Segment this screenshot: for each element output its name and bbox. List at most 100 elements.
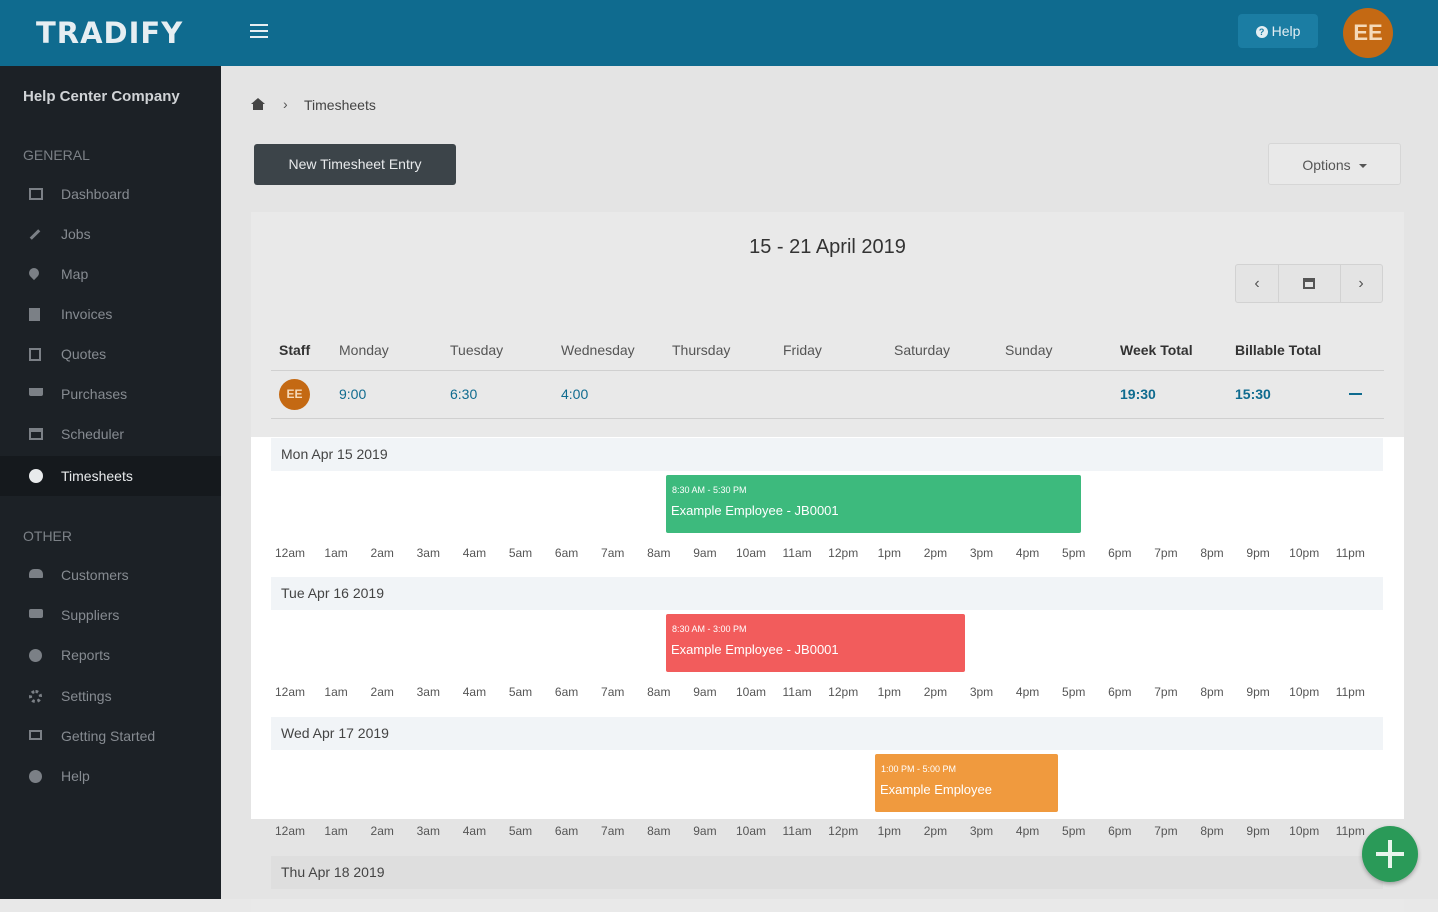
hour-label: 12pm <box>828 824 859 838</box>
hour-label: 7am <box>601 824 625 838</box>
hour-label: 9am <box>693 546 717 560</box>
sidebar-item-reports[interactable]: Reports <box>0 635 221 675</box>
wednesday-hours-link[interactable]: 4:00 <box>561 386 588 402</box>
hour-label: 4pm <box>1015 824 1040 838</box>
hour-label: 5pm <box>1062 546 1086 560</box>
header-friday: Friday <box>783 342 822 358</box>
sidebar-item-scheduler[interactable]: Scheduler <box>0 414 221 454</box>
timesheet-event[interactable]: 1:00 PM - 5:00 PM Example Employee <box>875 754 1058 812</box>
timesheet-table-header: Staff Monday Tuesday Wednesday Thursday … <box>271 330 1384 371</box>
options-label: Options <box>1302 157 1351 173</box>
header-tuesday: Tuesday <box>450 342 504 358</box>
hour-label: 3pm <box>969 546 994 560</box>
sidebar-item-label: Getting Started <box>61 728 156 744</box>
sidebar-item-invoices[interactable]: Invoices <box>0 294 221 334</box>
calculator-icon <box>29 348 41 361</box>
hour-label: 5am <box>508 685 533 699</box>
hamburger-menu-icon[interactable] <box>250 24 268 40</box>
event-time: 8:30 AM - 5:30 PM <box>672 485 747 495</box>
hour-label: 4am <box>462 685 487 699</box>
question-icon <box>29 770 42 783</box>
sidebar-item-label: Invoices <box>61 306 113 322</box>
calendar-picker-button[interactable] <box>1278 265 1341 302</box>
day-label: Thu Apr 18 2019 <box>281 864 385 880</box>
new-timesheet-entry-button[interactable]: New Timesheet Entry <box>254 144 456 185</box>
event-title: Example Employee - JB0001 <box>671 642 839 657</box>
day-header: Tue Apr 16 2019 <box>271 577 1383 610</box>
hour-label: 8pm <box>1200 685 1224 699</box>
timesheet-event[interactable]: 8:30 AM - 5:30 PM Example Employee - JB0… <box>666 475 1081 533</box>
sidebar-item-dashboard[interactable]: Dashboard <box>0 174 221 214</box>
hour-label: 1am <box>324 685 348 699</box>
sidebar-item-purchases[interactable]: Purchases <box>0 374 221 414</box>
sidebar-item-getting-started[interactable]: Getting Started <box>0 716 221 756</box>
hour-label: 9pm <box>1246 546 1270 560</box>
sidebar-item-suppliers[interactable]: Suppliers <box>0 595 221 635</box>
invoice-icon <box>29 308 40 321</box>
week-total-link[interactable]: 19:30 <box>1120 386 1156 402</box>
tuesday-hours-link[interactable]: 6:30 <box>450 386 477 402</box>
hour-label: 7am <box>601 685 625 699</box>
user-avatar[interactable]: EE <box>1343 8 1393 58</box>
header-week-total: Week Total <box>1120 342 1193 358</box>
event-time: 1:00 PM - 5:00 PM <box>881 764 957 774</box>
add-floating-button[interactable] <box>1362 826 1418 882</box>
hour-label: 5pm <box>1062 824 1086 838</box>
options-dropdown-button[interactable]: Options <box>1268 143 1401 185</box>
hour-label: 1pm <box>877 685 901 699</box>
hour-label: 10pm <box>1289 685 1320 699</box>
hour-label: 12am <box>274 685 306 699</box>
hour-scale: 12am 1am 2am 3am 4am 5am 6am 7am 8am 9am 10am 11am 1… <box>271 546 1383 566</box>
tradify-logo[interactable]: TRADIFY <box>36 16 183 50</box>
week-title: 15 - 21 April 2019 <box>749 236 906 258</box>
hour-label: 7pm <box>1154 546 1178 560</box>
sidebar-item-settings[interactable]: Settings <box>0 676 221 716</box>
hour-label: 8am <box>647 685 671 699</box>
company-name[interactable]: Help Center Company <box>23 88 180 105</box>
pie-chart-icon <box>29 649 42 662</box>
top-bar: TRADIFY ? Help EE <box>0 0 1438 66</box>
sidebar-item-label: Suppliers <box>61 607 120 623</box>
hour-label: 8pm <box>1200 546 1224 560</box>
hour-label: 2am <box>370 685 394 699</box>
gear-icon <box>29 690 42 703</box>
previous-week-button[interactable]: ‹ <box>1236 265 1279 302</box>
table-row[interactable]: EE 9:00 6:30 4:00 19:30 15:30 <box>271 371 1384 419</box>
sidebar-item-timesheets[interactable]: Timesheets <box>0 456 221 496</box>
hour-label: 5am <box>508 824 533 838</box>
day-header: Mon Apr 15 2019 <box>271 438 1383 471</box>
hour-label: 12pm <box>828 685 859 699</box>
dashboard-icon <box>29 188 43 200</box>
hour-label: 2pm <box>923 685 948 699</box>
hour-label: 11am <box>782 824 812 838</box>
sidebar-item-map[interactable]: Map <box>0 254 221 294</box>
home-icon[interactable] <box>251 98 265 110</box>
billable-total-link[interactable]: 15:30 <box>1235 386 1271 402</box>
sidebar-item-jobs[interactable]: Jobs <box>0 214 221 254</box>
help-button[interactable]: ? Help <box>1238 14 1318 48</box>
hour-label: 1pm <box>877 546 901 560</box>
hour-label: 8am <box>647 824 671 838</box>
sidebar-item-label: Settings <box>61 688 112 704</box>
thumbs-up-icon <box>29 730 42 740</box>
next-week-button[interactable]: › <box>1340 265 1382 302</box>
hour-label: 9pm <box>1246 824 1270 838</box>
hour-scale: 12am 1am 2am 3am 4am 5am 6am 7am 8am 9am 10am 11am 1… <box>271 824 1383 844</box>
collapse-row-icon[interactable] <box>1349 393 1362 395</box>
monday-hours-link[interactable]: 9:00 <box>339 386 366 402</box>
sidebar-item-help[interactable]: Help <box>0 756 221 796</box>
hour-label: 6pm <box>1108 546 1132 560</box>
event-title: Example Employee <box>880 782 992 797</box>
hour-label: 7pm <box>1154 824 1178 838</box>
hour-label: 10am <box>735 824 767 838</box>
hour-label: 10am <box>735 685 767 699</box>
sidebar-item-label: Help <box>61 768 90 784</box>
sidebar-item-customers[interactable]: Customers <box>0 555 221 595</box>
header-billable-total: Billable Total <box>1235 342 1322 358</box>
sidebar-item-quotes[interactable]: Quotes <box>0 334 221 374</box>
chevron-right-icon: › <box>283 96 288 112</box>
hour-label: 2pm <box>923 546 948 560</box>
header-thursday: Thursday <box>672 342 731 358</box>
timesheet-event[interactable]: 8:30 AM - 3:00 PM Example Employee - JB0… <box>666 614 965 672</box>
hour-label: 2am <box>370 546 394 560</box>
